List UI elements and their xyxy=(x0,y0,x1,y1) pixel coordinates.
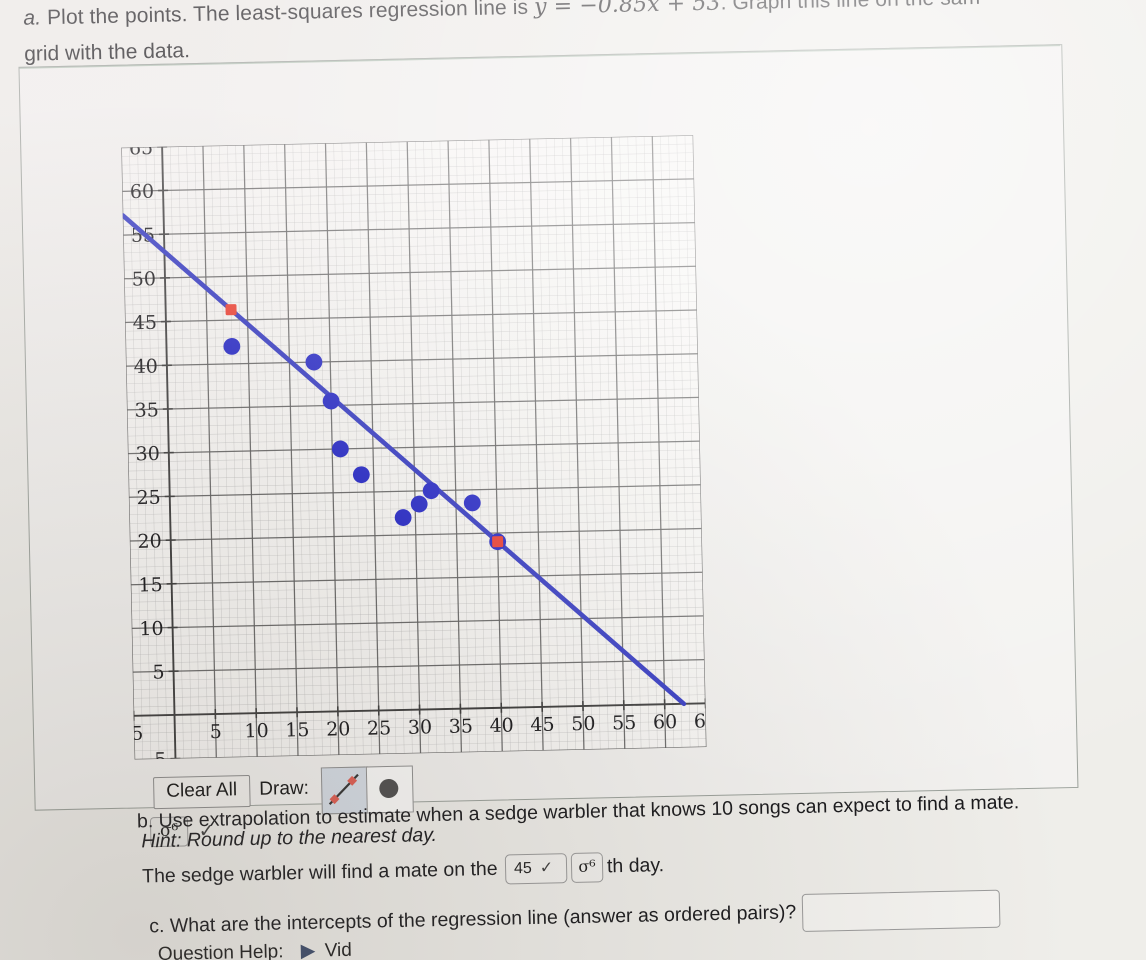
part-b-answer-value: 45 xyxy=(513,860,533,878)
part-b-sigma-button[interactable]: σ⁶ xyxy=(570,852,604,884)
part-c-text: What are the intercepts of the regressio… xyxy=(169,901,797,937)
part-a-text: Plot the points. The least-squares regre… xyxy=(46,0,529,30)
y-tick-label: 65 xyxy=(129,137,154,160)
y-tick-label: -5 xyxy=(148,749,167,760)
part-c-label: c. xyxy=(149,915,165,938)
x-tick-label: 35 xyxy=(448,715,473,738)
x-tick-label: 20 xyxy=(326,718,351,741)
part-b-answer-sentence: The sedge warbler will find a mate on th… xyxy=(142,851,665,892)
part-a-label: a. xyxy=(23,6,42,30)
x-tick-label: 30 xyxy=(408,716,433,739)
answer-check-icon: ✓ xyxy=(539,859,554,877)
y-tick-label: 50 xyxy=(132,268,157,291)
photo-of-screen: a. Plot the points. The least-squares re… xyxy=(0,0,1146,960)
worksheet-page: a. Plot the points. The least-squares re… xyxy=(0,0,1146,960)
question-help[interactable]: Question Help: ▶ Vid xyxy=(158,938,353,960)
y-tick-label: 45 xyxy=(133,312,158,335)
sentence-prefix: The sedge warbler will find a mate on th… xyxy=(141,857,498,888)
part-c-answer-input[interactable] xyxy=(801,889,1001,932)
video-label[interactable]: Vid xyxy=(324,940,352,960)
part-a-text-cont: . Graph this line on the sam xyxy=(720,0,981,15)
x-tick-label: -5 xyxy=(125,723,144,745)
line-endpoint-marker[interactable] xyxy=(225,304,237,316)
regression-equation: y = −0.85x + 53 xyxy=(533,0,721,20)
graphing-widget[interactable]: -5 5 10 15 20 25 30 35 40 45 50 55 60 65 -5 5 10 15 20 25 30… xyxy=(18,44,1079,848)
hint-text: Round up to the nearest day. xyxy=(186,823,438,852)
x-tick-label: 45 xyxy=(530,714,555,737)
y-tick-label: 30 xyxy=(135,443,160,466)
part-c-prompt: c. What are the intercepts of the regres… xyxy=(149,889,1001,947)
y-tick-label: 35 xyxy=(134,399,159,422)
draw-label: Draw: xyxy=(259,777,310,800)
x-tick-label: 25 xyxy=(367,717,392,740)
video-icon[interactable]: ▶ xyxy=(301,939,316,960)
x-tick-label: 40 xyxy=(489,715,514,738)
x-tick-label: 55 xyxy=(612,712,637,735)
scatter-plot[interactable]: -5 5 10 15 20 25 30 35 40 45 50 55 60 65 -5 5 10 15 20 25 30… xyxy=(121,135,707,760)
part-b-hint: Hint: Round up to the nearest day. xyxy=(141,822,437,855)
y-tick-label: 10 xyxy=(139,618,164,641)
clear-all-button[interactable]: Clear All xyxy=(153,775,251,810)
part-a-prompt: a. Plot the points. The least-squares re… xyxy=(23,0,1146,35)
x-tick-label: 15 xyxy=(285,719,310,742)
hint-label: Hint: xyxy=(141,829,182,853)
x-tick-label: 60 xyxy=(653,711,678,734)
question-help-label: Question Help: xyxy=(157,941,284,960)
sentence-suffix: th day. xyxy=(606,854,665,878)
plot-svg[interactable]: -5 5 10 15 20 25 30 35 40 45 50 55 60 65 -5 5 10 15 20 25 30… xyxy=(121,135,707,760)
y-tick-label: 20 xyxy=(137,530,162,553)
y-tick-label: 60 xyxy=(130,181,155,204)
y-tick-label: 5 xyxy=(152,661,165,683)
y-tick-label: 40 xyxy=(133,355,158,378)
y-tick-label: 25 xyxy=(136,487,161,510)
line-endpoint-marker[interactable] xyxy=(492,536,504,548)
y-tick-label: 15 xyxy=(138,574,163,597)
x-tick-label: 65 xyxy=(694,710,707,733)
x-tick-label: 50 xyxy=(571,713,596,736)
x-tick-label: 10 xyxy=(244,720,269,743)
part-b-answer-input[interactable]: 45 ✓ xyxy=(504,853,568,885)
x-tick-label: 5 xyxy=(209,721,222,743)
